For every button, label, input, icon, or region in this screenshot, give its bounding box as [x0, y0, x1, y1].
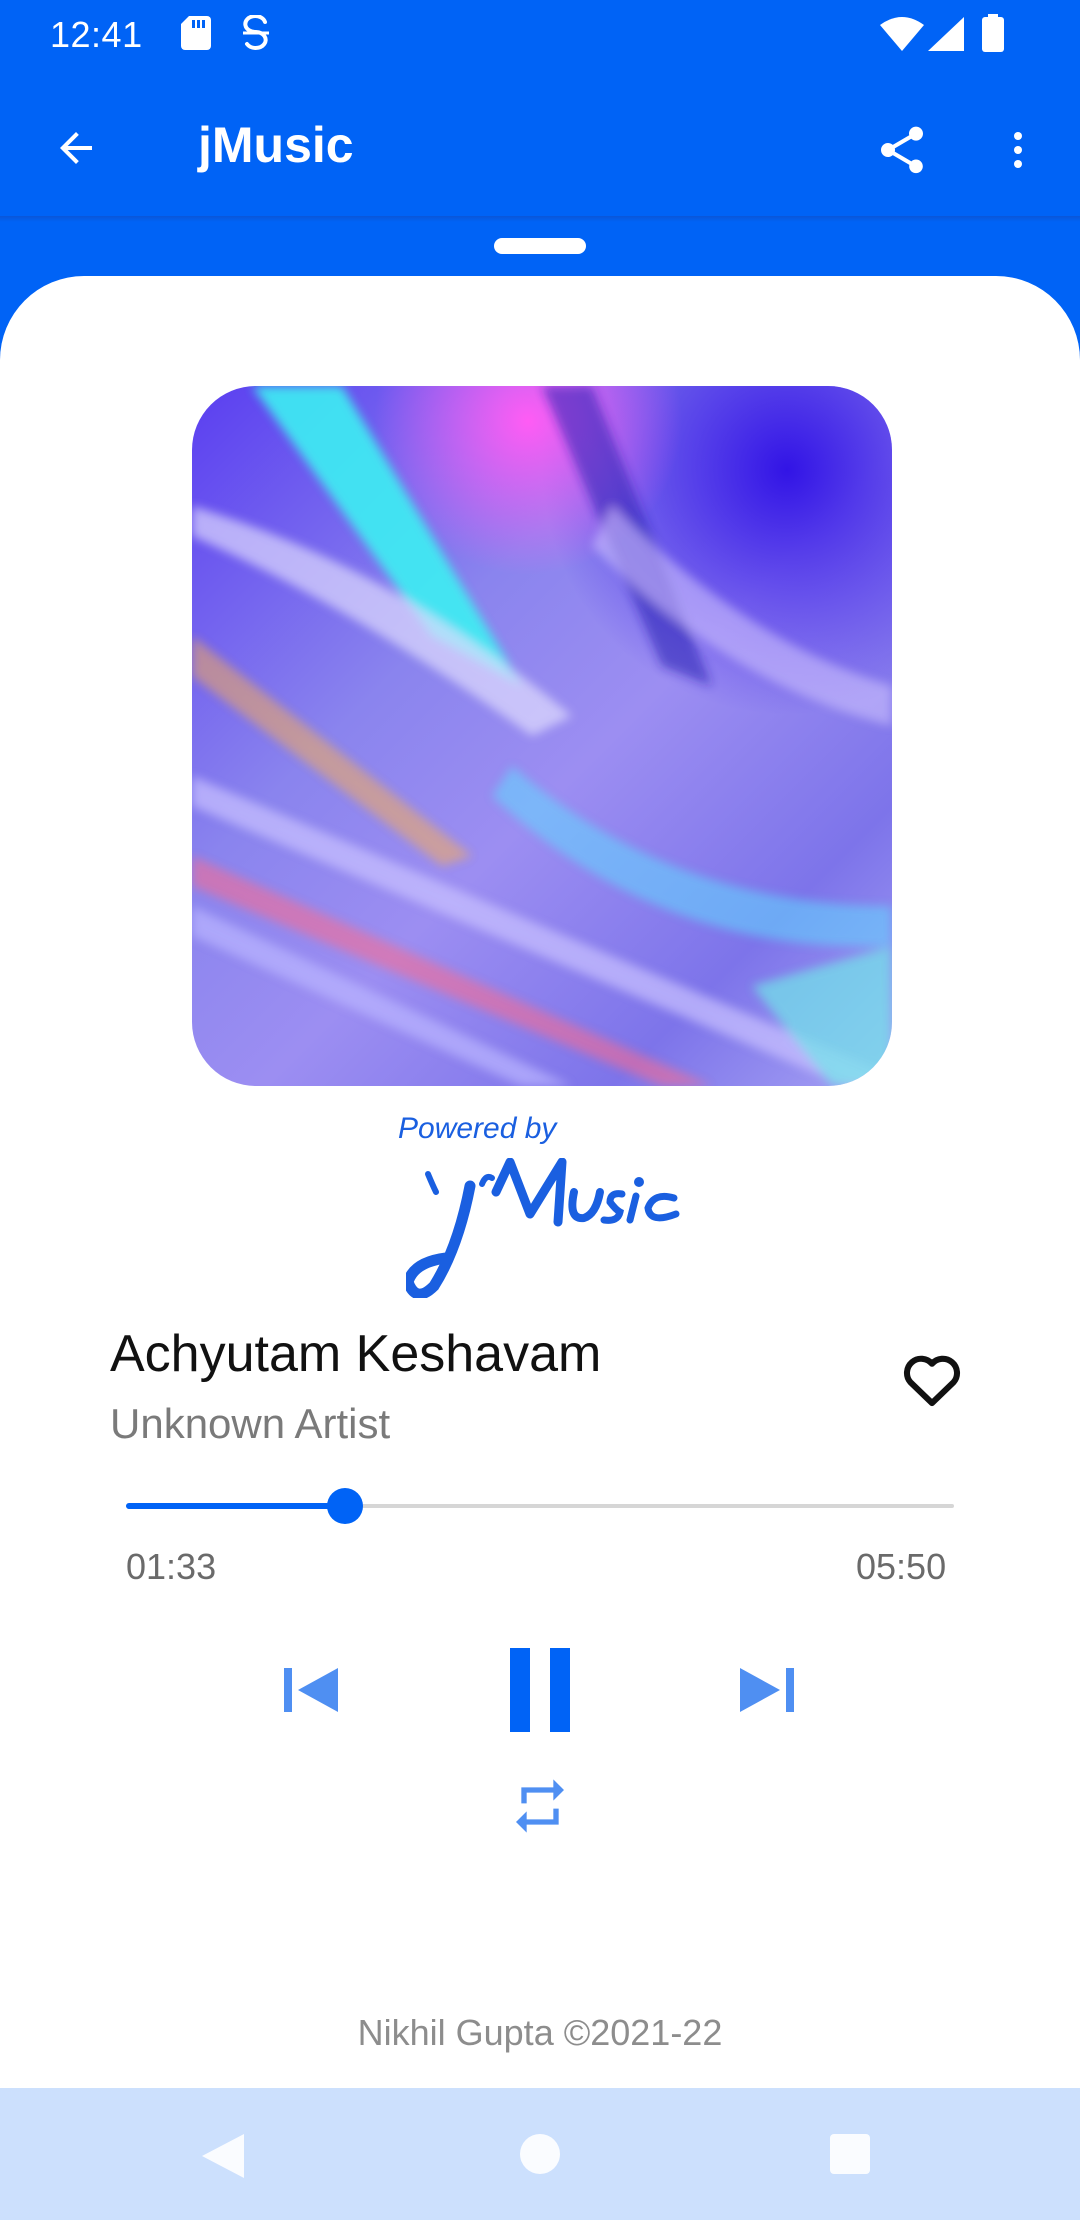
- share-icon: [881, 126, 923, 174]
- nav-back-icon: [202, 2134, 244, 2178]
- system-nav-bar: [0, 2088, 1080, 2220]
- time-elapsed: 01:33: [126, 1546, 217, 1587]
- signal-icon: [928, 17, 964, 56]
- back-button[interactable]: [40, 112, 112, 184]
- album-art: [192, 386, 892, 1086]
- sd-card-icon: [181, 16, 211, 55]
- time-total: 05:50: [856, 1546, 947, 1587]
- seek-thumb[interactable]: [327, 1488, 363, 1524]
- pause-button[interactable]: [496, 1636, 584, 1744]
- nav-back-button[interactable]: [200, 2132, 246, 2185]
- back-arrow-icon: [60, 132, 92, 164]
- repeat-icon: [516, 1779, 564, 1833]
- skip-next-icon: [740, 1668, 794, 1712]
- seek-progress: [126, 1503, 345, 1509]
- nav-recents-button[interactable]: [828, 2132, 872, 2181]
- sheet-drag-handle[interactable]: [494, 238, 586, 254]
- nav-home-icon: [520, 2134, 560, 2174]
- app-bar-shadow: [0, 216, 1080, 222]
- skip-previous-icon: [284, 1668, 338, 1712]
- more-options-button[interactable]: [990, 114, 1046, 186]
- repeat-button[interactable]: [504, 1770, 576, 1842]
- song-title: Achyutam Keshavam: [110, 1325, 602, 1383]
- app-title: jMusic: [198, 117, 354, 173]
- more-vert-icon: [1014, 132, 1022, 168]
- share-button[interactable]: [866, 114, 938, 186]
- wifi-icon: [880, 17, 924, 56]
- app-bar: jMusic: [0, 66, 1080, 220]
- artist-name: Unknown Artist: [110, 1400, 391, 1447]
- jmusic-logo: [402, 1157, 686, 1300]
- seek-bar[interactable]: [126, 1484, 954, 1528]
- battery-icon: [982, 14, 1004, 57]
- favorite-button[interactable]: [896, 1346, 968, 1410]
- next-button[interactable]: [732, 1656, 800, 1724]
- status-bar: 12:41: [0, 0, 1080, 66]
- pause-icon: [510, 1648, 570, 1732]
- player-screen: 12:41 jMusic Powered by Achyutam Keshava…: [0, 0, 1080, 2220]
- status-time: 12:41: [50, 14, 143, 55]
- heart-outline-icon: [903, 1355, 961, 1407]
- nav-recents-icon: [830, 2134, 870, 2174]
- footer-credit: Nikhil Gupta ©2021-22: [357, 2012, 723, 2053]
- nav-home-button[interactable]: [518, 2132, 562, 2181]
- powered-by-label: Powered by: [398, 1112, 557, 1145]
- s-icon: [241, 14, 271, 56]
- previous-button[interactable]: [278, 1656, 346, 1724]
